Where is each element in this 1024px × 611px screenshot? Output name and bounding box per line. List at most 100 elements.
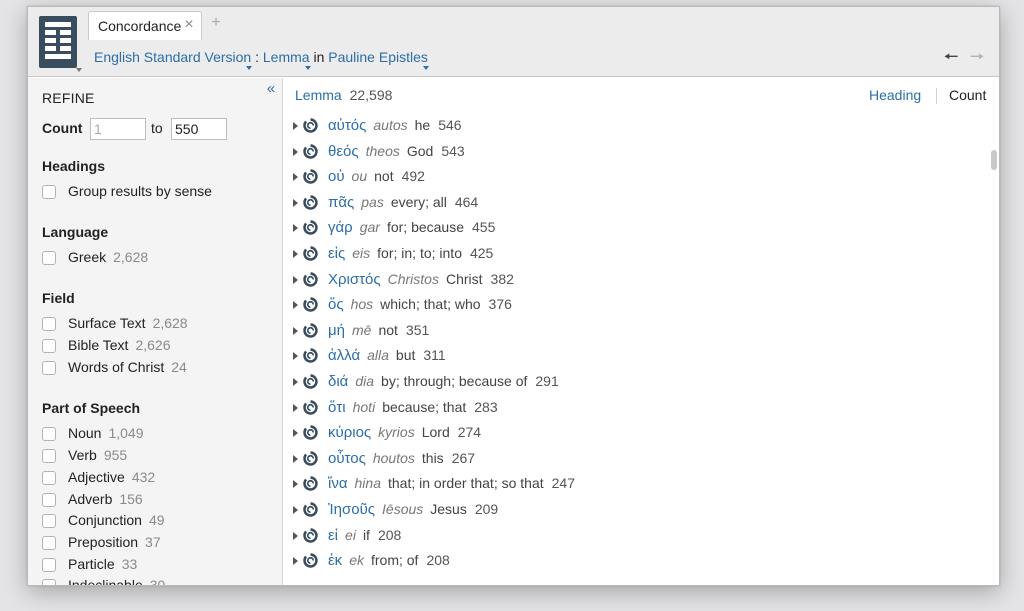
lemma-link[interactable]: αὐτός [328, 117, 366, 134]
list-item[interactable]: οὗτος houtos this 267 [284, 446, 984, 472]
checkbox[interactable] [42, 493, 56, 507]
lemma-icon[interactable] [302, 424, 319, 441]
expand-arrow-icon[interactable] [293, 377, 298, 386]
list-item[interactable]: θεός theos God 543 [284, 139, 984, 165]
expand-arrow-icon[interactable] [293, 147, 298, 156]
lemma-icon[interactable] [302, 117, 319, 134]
checkbox[interactable] [42, 514, 56, 528]
list-item[interactable]: ἐκ ek from; of 208 [284, 548, 984, 574]
checkbox[interactable] [42, 536, 56, 550]
expand-arrow-icon[interactable] [293, 480, 298, 489]
field-selector[interactable]: Lemma [263, 49, 310, 65]
lemma-icon[interactable] [302, 143, 319, 160]
list-item[interactable]: διά dia by; through; because of 291 [284, 369, 984, 395]
list-item[interactable]: μή mē not 351 [284, 318, 984, 344]
expand-arrow-icon[interactable] [293, 249, 298, 258]
list-item[interactable]: γάρ gar for; because 455 [284, 215, 984, 241]
icon-menu-caret[interactable] [76, 68, 82, 72]
expand-arrow-icon[interactable] [293, 122, 298, 130]
checkbox[interactable] [42, 471, 56, 485]
checkbox[interactable] [42, 317, 56, 331]
list-item[interactable]: ἀλλά alla but 311 [284, 343, 984, 369]
lemma-link[interactable]: διά [328, 373, 348, 390]
expand-arrow-icon[interactable] [293, 173, 298, 182]
checkbox[interactable] [42, 558, 56, 572]
lemma-icon[interactable] [302, 271, 319, 288]
lemma-icon[interactable] [302, 219, 319, 236]
lemma-icon[interactable] [302, 501, 319, 518]
expand-arrow-icon[interactable] [293, 224, 298, 233]
lemma-icon[interactable] [302, 399, 319, 416]
expand-arrow-icon[interactable] [293, 403, 298, 412]
checkbox[interactable] [42, 361, 56, 375]
back-arrow-icon[interactable]: 🠔 [941, 47, 961, 67]
lemma-link[interactable]: γάρ [328, 219, 353, 236]
add-tab-icon[interactable]: + [208, 15, 224, 31]
expand-arrow-icon[interactable] [293, 429, 298, 438]
expand-arrow-icon[interactable] [293, 454, 298, 463]
lemma-link[interactable]: οὐ [328, 168, 345, 185]
checkbox[interactable] [42, 427, 56, 441]
expand-arrow-icon[interactable] [293, 326, 298, 335]
count-max-input[interactable] [171, 118, 227, 140]
lemma-link[interactable]: μή [328, 322, 345, 339]
list-item[interactable]: ἵνα hina that; in order that; so that 247 [284, 471, 984, 497]
collapse-sidebar-icon[interactable]: « [264, 81, 278, 96]
expand-arrow-icon[interactable] [293, 198, 298, 207]
tab-concordance[interactable]: Concordance × [88, 11, 202, 40]
lemma-icon[interactable] [302, 450, 319, 467]
close-icon[interactable]: × [181, 17, 197, 33]
lemma-link[interactable]: κύριος [328, 424, 371, 441]
forward-arrow-icon[interactable]: 🠖 [967, 47, 987, 67]
lemma-icon[interactable] [302, 168, 319, 185]
list-item[interactable]: οὐ ou not 492 [284, 164, 984, 190]
lemma-link[interactable]: θεός [328, 143, 359, 160]
lemma-link[interactable]: οὗτος [328, 450, 366, 467]
checkbox[interactable] [42, 339, 56, 353]
lemma-link[interactable]: Ἰησοῦς [328, 501, 375, 518]
lemma-link[interactable]: Χριστός [328, 271, 381, 288]
lemma-icon[interactable] [302, 296, 319, 313]
list-item[interactable]: Ἰησοῦς Iēsous Jesus 209 [284, 497, 984, 523]
lemma-link[interactable]: ὅς [328, 296, 344, 313]
expand-arrow-icon[interactable] [293, 557, 298, 566]
expand-arrow-icon[interactable] [293, 505, 298, 514]
expand-arrow-icon[interactable] [293, 352, 298, 361]
scrollbar-thumb[interactable] [991, 150, 997, 170]
lemma-icon[interactable] [302, 245, 319, 262]
list-item[interactable]: Χριστός Christos Christ 382 [284, 267, 984, 293]
lemma-link[interactable]: ὅτι [328, 399, 346, 416]
lemma-icon[interactable] [302, 194, 319, 211]
lemma-icon[interactable] [302, 373, 319, 390]
lemma-link[interactable]: ἐκ [328, 552, 342, 569]
lemma-link[interactable]: ἀλλά [328, 347, 360, 364]
list-item[interactable]: ὅτι hoti because; that 283 [284, 395, 984, 421]
lemma-link[interactable]: εἰς [328, 245, 345, 262]
list-item[interactable]: εἰς eis for; in; to; into 425 [284, 241, 984, 267]
lemma-icon[interactable] [302, 527, 319, 544]
range-selector[interactable]: Pauline Epistles [328, 49, 428, 65]
lemma-icon[interactable] [302, 475, 319, 492]
lemma-heading-link[interactable]: Lemma [295, 87, 342, 103]
expand-arrow-icon[interactable] [293, 301, 298, 310]
expand-arrow-icon[interactable] [293, 275, 298, 284]
count-min-input[interactable] [90, 118, 146, 140]
lemma-icon[interactable] [302, 552, 319, 569]
scrollbar[interactable] [988, 112, 999, 585]
list-item[interactable]: αὐτός autos he 546 [284, 113, 984, 139]
lemma-icon[interactable] [302, 347, 319, 364]
expand-arrow-icon[interactable] [293, 531, 298, 540]
checkbox[interactable] [42, 251, 56, 265]
list-item[interactable]: εἰ ei if 208 [284, 523, 984, 549]
checkbox[interactable] [42, 185, 56, 199]
list-item[interactable]: ὅς hos which; that; who 376 [284, 292, 984, 318]
lemma-icon[interactable] [302, 322, 319, 339]
concordance-icon[interactable] [39, 16, 77, 68]
lemma-link[interactable]: πᾶς [328, 194, 354, 211]
checkbox[interactable] [42, 579, 56, 585]
lemma-link[interactable]: εἰ [328, 527, 338, 544]
lemma-link[interactable]: ἵνα [328, 475, 348, 492]
sort-by-heading[interactable]: Heading [869, 87, 921, 103]
list-item[interactable]: κύριος kyrios Lord 274 [284, 420, 984, 446]
list-item[interactable]: πᾶς pas every; all 464 [284, 190, 984, 216]
